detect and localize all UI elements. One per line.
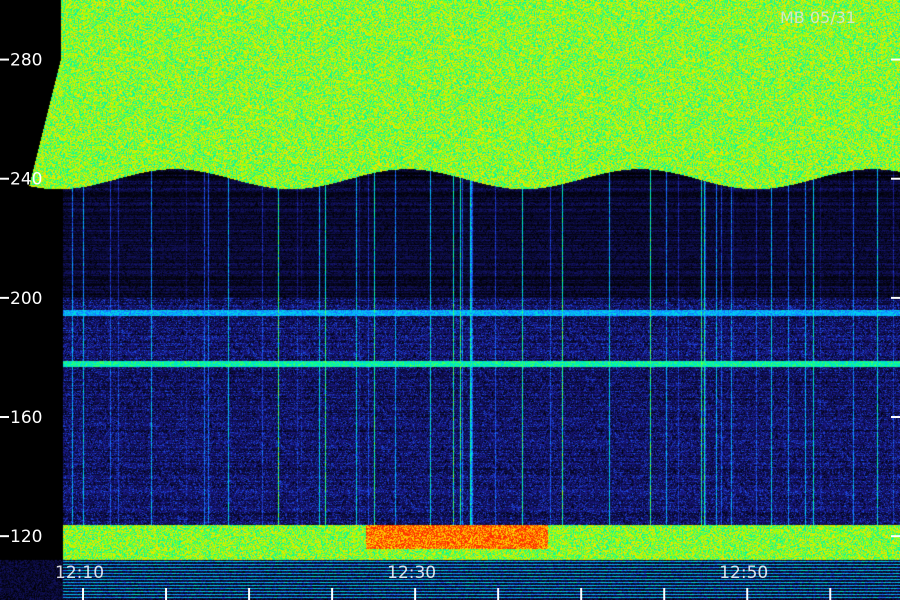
x-tick-label: 12:50 [719, 563, 768, 583]
y-tick-label: 240 [10, 170, 42, 190]
x-axis: 12:10 12:30 12:50 [55, 563, 832, 600]
x-tick-label: 12:30 [387, 563, 436, 583]
y-tick-label: 200 [10, 289, 42, 309]
axes-overlay: 280 240 200 160 120 12:10 12:30 12:50 MB 05/31 [0, 8, 900, 600]
x-tick-label: 12:10 [55, 563, 104, 583]
y-tick-label: 280 [10, 51, 42, 71]
y-tick-label: 160 [10, 408, 42, 428]
y-axis: 280 240 200 160 120 [0, 51, 900, 547]
y-tick-label: 120 [10, 527, 42, 547]
date-stamp: MB 05/31 [780, 8, 856, 27]
